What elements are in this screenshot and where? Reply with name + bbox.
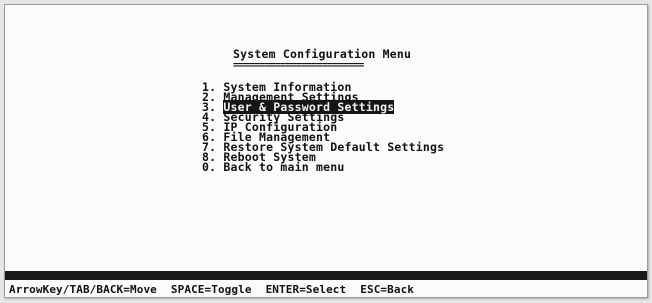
terminal-window: System Configuration Menu ==============… [4,4,648,298]
hint-back: ESC=Back [360,283,415,296]
menu-item-number: 0. [202,160,217,174]
menu-item-back-to-main[interactable]: 0. Back to main menu [202,160,444,174]
status-bar-divider [5,271,647,280]
config-menu: 1. System Information 2. Management Sett… [202,81,444,174]
menu-item-label: Back to main menu [223,160,345,174]
status-bar: ArrowKey/TAB/BACK=Move SPACE=Toggle ENTER=… [9,283,428,296]
hint-select: ENTER=Select [265,283,347,296]
page-title: System Configuration Menu [233,47,412,61]
title-underline: ========================= [233,60,364,71]
hint-toggle: SPACE=Toggle [170,283,252,296]
hint-move: ArrowKey/TAB/BACK=Move [9,283,157,296]
